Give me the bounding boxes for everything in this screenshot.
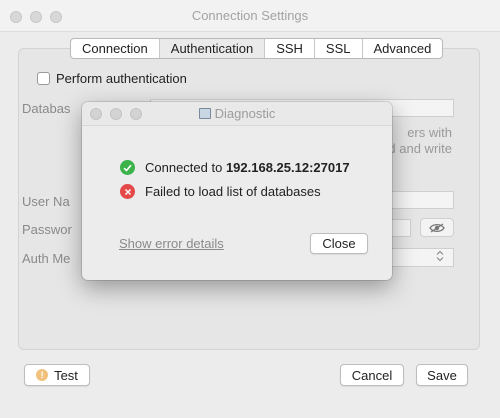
perform-auth-row[interactable]: Perform authentication bbox=[37, 71, 187, 86]
error-status-row: Failed to load list of databases bbox=[120, 184, 321, 199]
test-button[interactable]: ! Test bbox=[24, 364, 90, 386]
show-password-button[interactable] bbox=[420, 218, 454, 237]
database-label: Databas bbox=[22, 101, 71, 116]
error-circle-icon bbox=[120, 184, 135, 199]
dialog-title: Diagnostic bbox=[82, 106, 392, 121]
tab-connection[interactable]: Connection bbox=[71, 39, 160, 58]
error-status-text: Failed to load list of databases bbox=[145, 184, 321, 199]
diagnostic-dialog: Diagnostic Connected to 192.168.25.12:27… bbox=[82, 102, 392, 280]
username-label: User Na bbox=[22, 194, 70, 209]
tab-ssh[interactable]: SSH bbox=[265, 39, 315, 58]
dialog-close-button[interactable]: Close bbox=[310, 233, 368, 254]
connected-status-row: Connected to 192.168.25.12:27017 bbox=[120, 160, 350, 175]
perform-auth-label: Perform authentication bbox=[56, 71, 187, 86]
check-circle-icon bbox=[120, 160, 135, 175]
connected-prefix: Connected to bbox=[145, 160, 226, 175]
tab-advanced[interactable]: Advanced bbox=[363, 39, 443, 58]
cancel-button[interactable]: Cancel bbox=[340, 364, 404, 386]
test-button-label: Test bbox=[54, 367, 78, 383]
password-label: Passwor bbox=[22, 222, 72, 237]
connected-status-text: Connected to 192.168.25.12:27017 bbox=[145, 160, 350, 175]
tab-bar: Connection Authentication SSH SSL Advanc… bbox=[70, 38, 444, 59]
app-window-icon bbox=[198, 108, 211, 119]
connected-host: 192.168.25.12:27017 bbox=[225, 160, 350, 175]
save-button[interactable]: Save bbox=[416, 364, 468, 386]
chevron-updown-icon bbox=[436, 250, 444, 265]
eye-icon bbox=[429, 223, 445, 232]
perform-auth-checkbox[interactable] bbox=[37, 72, 50, 85]
dialog-title-text: Diagnostic bbox=[214, 106, 276, 121]
window-titlebar: Connection Settings bbox=[0, 0, 500, 32]
warning-icon: ! bbox=[36, 369, 49, 381]
dialog-titlebar: Diagnostic bbox=[82, 102, 392, 126]
auth-mechanism-label: Auth Me bbox=[22, 251, 71, 266]
show-error-details-link[interactable]: Show error details bbox=[119, 236, 224, 251]
tab-ssl[interactable]: SSL bbox=[315, 39, 363, 58]
window-title: Connection Settings bbox=[191, 8, 309, 23]
tab-authentication[interactable]: Authentication bbox=[159, 39, 266, 58]
